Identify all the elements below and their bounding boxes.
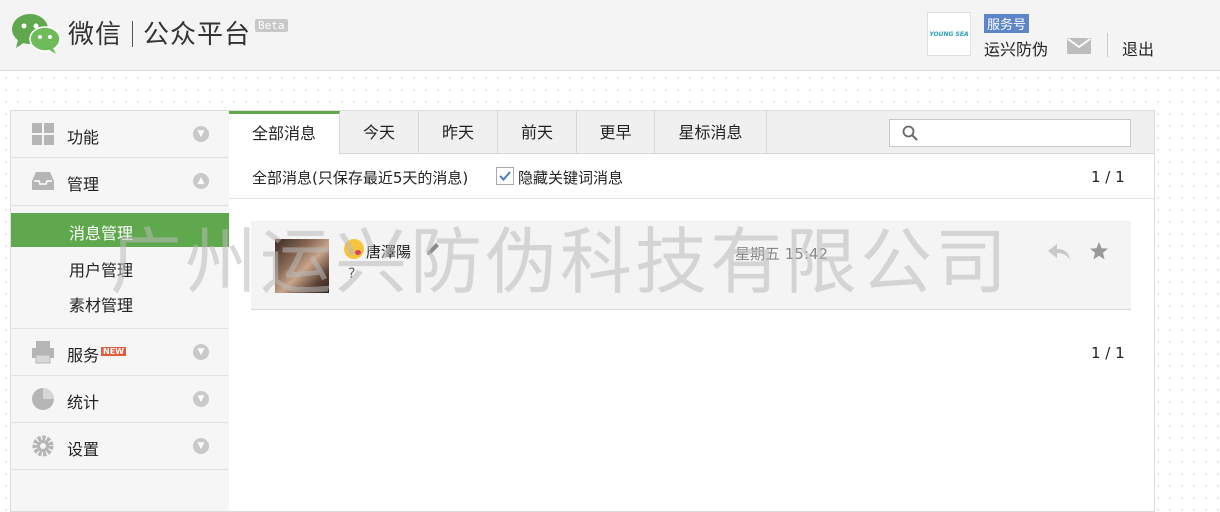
pie-chart-icon — [32, 388, 54, 410]
page-indicator-top: 1 / 1 — [1091, 168, 1125, 186]
tab-label: 前天 — [520, 123, 553, 142]
account-logo-text: YOUNG SEA — [929, 30, 969, 38]
tab-label: 星标消息 — [678, 123, 743, 142]
sidebar-item-statistics[interactable]: 统计 ▼ — [11, 376, 229, 423]
sidebar-subitem-label: 用户管理 — [69, 261, 134, 280]
sidebar-item-label: 统计 — [67, 393, 100, 412]
chevron-down-icon[interactable]: ▼ — [193, 438, 209, 454]
header-divider — [1107, 33, 1108, 57]
search-box[interactable] — [889, 119, 1131, 147]
sidebar-item-message-management[interactable]: 消息管理 — [11, 213, 229, 247]
checkmark-icon — [499, 171, 511, 181]
sidebar: 功能 ▼ 管理 ▲ 消息管理 用户管理 素材管理 服务 NEW ▼ 统计 ▼ 设… — [10, 110, 230, 512]
logo-divider — [132, 21, 134, 47]
chevron-down-icon[interactable]: ▼ — [193, 126, 209, 142]
tab-today[interactable]: 今天 — [340, 111, 419, 153]
chevron-down-icon[interactable]: ▼ — [193, 344, 209, 360]
search-icon — [902, 125, 918, 141]
account-type-badge: 服务号 — [984, 14, 1030, 33]
sidebar-item-label: 服务 NEW — [67, 342, 126, 366]
sidebar-subitem-label: 消息管理 — [69, 224, 134, 243]
search-input[interactable] — [924, 122, 1128, 144]
sidebar-item-user-management[interactable]: 用户管理 — [11, 250, 229, 284]
sidebar-item-label: 管理 — [67, 175, 100, 194]
tab-yesterday[interactable]: 昨天 — [419, 111, 498, 153]
tab-earlier[interactable]: 更早 — [577, 111, 655, 153]
hide-keyword-label[interactable]: 隐藏关键词消息 — [518, 167, 623, 188]
filter-bar: 全部消息(只保存最近5天的消息) 隐藏关键词消息 1 / 1 — [229, 154, 1154, 199]
message-item[interactable]: 唐澤陽 ? 星期五 15:42 — [251, 221, 1131, 310]
user-avatar[interactable] — [275, 239, 329, 293]
page-indicator-bottom: 1 / 1 — [1091, 344, 1125, 362]
tab-label: 全部消息 — [251, 124, 316, 143]
chevron-up-icon[interactable]: ▲ — [193, 173, 209, 189]
sender-name[interactable]: 唐澤陽 — [366, 241, 411, 262]
star-icon[interactable] — [1089, 241, 1109, 261]
beta-badge: Beta — [255, 19, 288, 32]
sidebar-item-label: 设置 — [67, 440, 100, 459]
sidebar-item-function[interactable]: 功能 ▼ — [11, 111, 229, 158]
top-header: 微信 公众平台 Beta YOUNG SEA 服务号 运兴防伪 退出 — [0, 0, 1220, 71]
pencil-icon[interactable] — [425, 241, 441, 257]
reply-icon[interactable] — [1047, 243, 1071, 261]
wechat-logo-icon — [12, 14, 61, 54]
kiss-emoji-icon — [344, 239, 364, 259]
grid-icon — [32, 123, 54, 145]
logo-text: 微信 — [68, 20, 123, 50]
tab-label: 今天 — [362, 123, 395, 142]
sidebar-item-material-management[interactable]: 素材管理 — [11, 285, 229, 319]
main-content: 全部消息 今天 昨天 前天 更早 星标消息 全部消息(只保存最近5天的消息) 隐… — [229, 110, 1155, 512]
tab-starred[interactable]: 星标消息 — [655, 111, 767, 153]
message-time: 星期五 15:42 — [735, 245, 828, 263]
sidebar-item-settings[interactable]: 设置 ▼ — [11, 423, 229, 470]
new-badge: NEW — [101, 347, 126, 356]
tab-label: 更早 — [599, 123, 632, 142]
sidebar-item-label: 功能 — [67, 128, 100, 147]
sidebar-item-manage[interactable]: 管理 ▲ — [11, 158, 229, 204]
sidebar-item-service[interactable]: 服务 NEW ▼ — [11, 329, 229, 376]
tab-day-before[interactable]: 前天 — [498, 111, 577, 153]
product-name: 公众平台 — [143, 20, 252, 50]
mail-icon[interactable] — [1067, 38, 1091, 54]
message-content: ? — [348, 266, 356, 282]
tab-all-messages[interactable]: 全部消息 — [229, 111, 340, 154]
hide-keyword-checkbox[interactable] — [496, 167, 514, 185]
tab-label: 昨天 — [441, 123, 474, 142]
filter-description: 全部消息(只保存最近5天的消息) — [252, 169, 469, 187]
platform-title: 微信 公众平台 — [68, 14, 251, 51]
service-label: 服务 — [67, 346, 100, 365]
inbox-icon — [32, 172, 54, 190]
logout-link[interactable]: 退出 — [1122, 36, 1154, 60]
account-avatar[interactable]: YOUNG SEA — [927, 12, 971, 56]
printer-icon — [32, 341, 54, 364]
section-divider — [11, 205, 229, 206]
account-name[interactable]: 运兴防伪 — [984, 36, 1048, 60]
sidebar-subitem-label: 素材管理 — [69, 296, 134, 315]
message-tabs: 全部消息 今天 昨天 前天 更早 星标消息 — [229, 111, 1154, 154]
gear-icon — [32, 435, 54, 457]
chevron-down-icon[interactable]: ▼ — [193, 391, 209, 407]
